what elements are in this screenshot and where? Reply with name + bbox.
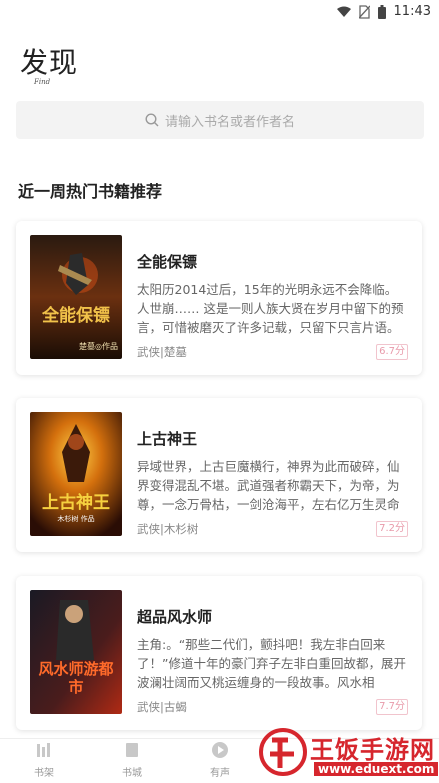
cover-author: 木杉树 作品 <box>57 515 95 523</box>
book-cover[interactable]: 上古神王 木杉树 作品 <box>30 412 122 536</box>
search-input[interactable]: 请输入书名或者作者名 <box>16 101 424 139</box>
tab-bookstore[interactable]: 书城 <box>102 741 162 779</box>
section-title: 近一周热门书籍推荐 <box>18 182 163 201</box>
status-time: 11:43 <box>393 4 431 19</box>
score-badge: 7.2分 <box>376 521 408 537</box>
tab-bookshelf[interactable]: 书架 <box>14 741 74 779</box>
book-title: 上古神王 <box>137 430 198 448</box>
book-description: 主角:。“那些二代们，颤抖吧！我左非白回来了！”修道十年的豪门弃子左非白重回故都… <box>137 637 406 690</box>
book-meta: 武侠|木杉树 <box>137 522 199 536</box>
watermark-text: 王饭手游网 <box>310 736 435 764</box>
book-cover[interactable]: 风水师游都市 <box>30 590 122 714</box>
book-meta: 武侠|楚墓 <box>137 345 187 359</box>
search-placeholder: 请输入书名或者作者名 <box>164 114 295 130</box>
bookshelf-icon <box>37 743 50 757</box>
tab-label: 有声 <box>210 768 230 779</box>
wifi-icon <box>336 6 351 17</box>
page-title: 发现 <box>20 46 79 79</box>
search-icon <box>145 113 159 127</box>
book-cover[interactable]: 全能保镖 楚墓◎作品 <box>30 235 122 359</box>
tab-label: 书城 <box>122 768 142 779</box>
cover-author: 楚墓◎作品 <box>79 342 118 351</box>
battery-icon <box>377 4 386 19</box>
audio-icon <box>212 742 228 758</box>
book-meta: 武侠|古蝎 <box>137 700 187 714</box>
tab-label: 书架 <box>34 768 54 779</box>
watermark-url: www.eduext.com <box>314 762 439 776</box>
cover-title: 全能保镖 <box>42 306 110 326</box>
no-sim-icon <box>358 4 370 19</box>
page-header: 发现 Find <box>20 46 79 87</box>
book-title: 超品风水师 <box>137 608 213 626</box>
cover-title: 上古神王 <box>42 493 110 513</box>
book-description: 异域世界，上古巨魔横行，神界为此而破碎，仙界变得混乱不堪。武道强者称霸天下，为帝… <box>137 459 400 512</box>
watermark-logo-icon <box>259 728 307 776</box>
score-badge: 6.7分 <box>376 344 408 360</box>
status-icons: 11:43 <box>336 4 431 19</box>
book-card[interactable]: 全能保镖 楚墓◎作品 全能保镖 太阳历2014过后，15年的光明永远不会降临。人… <box>16 221 422 375</box>
book-card[interactable]: 风水师游都市 超品风水师 主角:。“那些二代们，颤抖吧！我左非白回来了！”修道十… <box>16 576 422 730</box>
cover-title: 风水师游都市 <box>38 660 114 696</box>
book-card[interactable]: 上古神王 木杉树 作品 上古神王 异域世界，上古巨魔横行，神界为此而破碎，仙界变… <box>16 398 422 552</box>
page-subtitle: Find <box>34 78 51 86</box>
status-bar: 11:43 <box>0 0 439 24</box>
bookstore-icon <box>126 743 138 757</box>
book-description: 太阳历2014过后，15年的光明永远不会降临。人世崩…… 这是一则人族大贤在岁月… <box>137 282 404 335</box>
watermark: 王饭手游网 www.eduext.com <box>256 722 439 782</box>
tab-audio[interactable]: 有声 <box>190 741 250 779</box>
book-title: 全能保镖 <box>137 253 198 271</box>
score-badge: 7.7分 <box>376 699 408 715</box>
